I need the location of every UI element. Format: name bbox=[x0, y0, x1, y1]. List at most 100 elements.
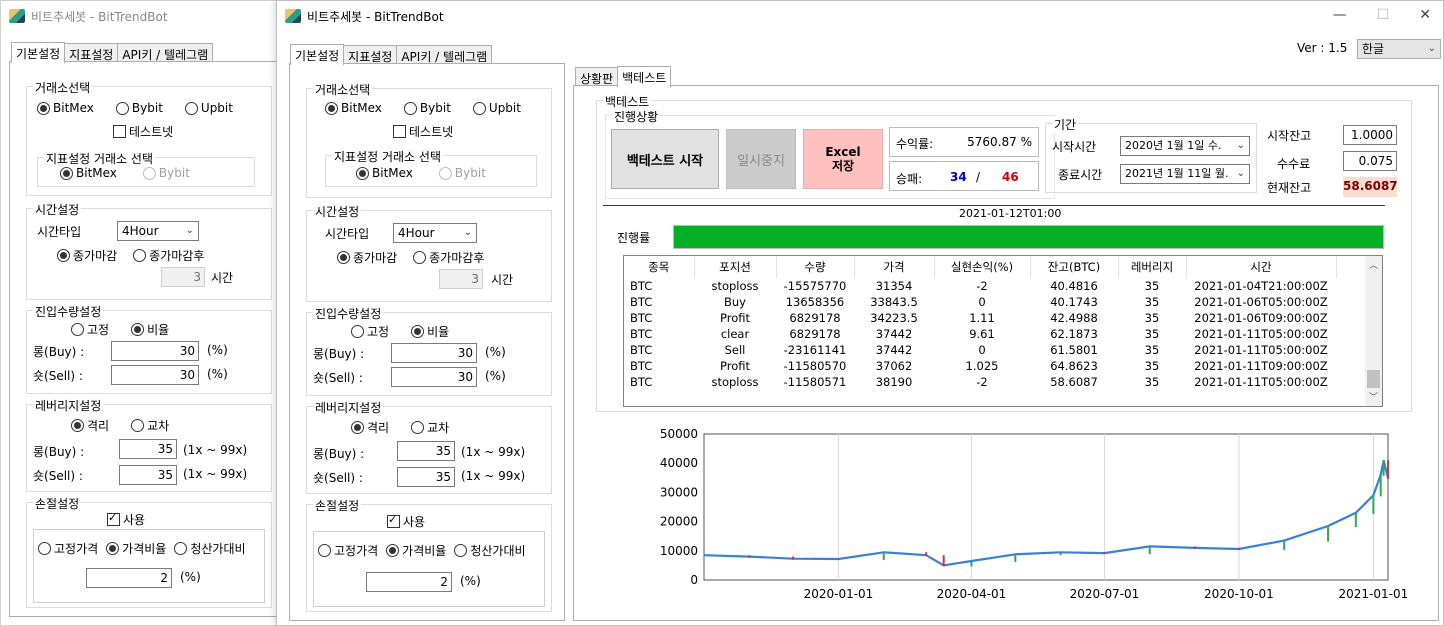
bg-radio-ratio[interactable]: 비율 bbox=[131, 321, 169, 338]
bg-tab-indicator[interactable]: 지표설정 bbox=[64, 43, 119, 62]
bg-tab-basic[interactable]: 기본설정 bbox=[11, 42, 66, 63]
bg-testnet-checkbox[interactable]: 테스트넷 bbox=[113, 123, 173, 140]
excel-save-button[interactable]: Excel 저장 bbox=[803, 129, 883, 189]
table-row[interactable]: BTC Profit -11580570 37062 1.025 64.8623 35 202… bbox=[624, 358, 1366, 374]
tab-backtest[interactable]: 백테스트 bbox=[617, 66, 672, 87]
bg-radio-isolated[interactable]: 격리 bbox=[71, 417, 109, 434]
radio-ratio[interactable]: 비율 bbox=[411, 323, 449, 340]
table-cell: stoploss bbox=[711, 279, 759, 293]
bg-stoploss-input[interactable]: 2 bbox=[86, 568, 172, 588]
bg-radio-after-close[interactable]: 종가마감후 bbox=[133, 247, 204, 264]
column-header[interactable]: 포지션 bbox=[694, 256, 777, 278]
end-date-picker[interactable]: 2021년 1월 11일 월. ⌄ bbox=[1120, 164, 1250, 184]
chevron-down-icon: ⌄ bbox=[463, 227, 472, 238]
init-balance-label: 시작잔고 bbox=[1267, 129, 1312, 143]
table-cell: Buy bbox=[724, 295, 746, 309]
bg-radio-price-ratio[interactable]: 가격비율 bbox=[106, 540, 166, 557]
bg-radio-fixed[interactable]: 고정 bbox=[71, 321, 109, 338]
fee-input[interactable]: 0.075 bbox=[1343, 151, 1397, 171]
scroll-thumb[interactable] bbox=[1367, 370, 1380, 388]
stoploss-input[interactable]: 2 bbox=[366, 572, 452, 592]
settings-panel: 거래소선택 BitMex Bybit Upbit 테스트넷 지표설정 거래소 선… bbox=[289, 63, 565, 621]
bg-time-type-select[interactable]: 4Hour ⌄ bbox=[117, 221, 199, 241]
table-scrollbar[interactable]: ︿ ﹀ bbox=[1365, 256, 1382, 406]
scroll-down-icon[interactable]: ﹀ bbox=[1369, 390, 1378, 403]
table-row[interactable]: BTC clear 6829178 37442 9.61 62.1873 35 2021-01… bbox=[624, 326, 1366, 342]
table-cell: 35 bbox=[1144, 359, 1160, 373]
bg-long-leverage-input[interactable]: 35 bbox=[119, 439, 177, 459]
column-header[interactable]: 가격 bbox=[854, 256, 935, 278]
bg-radio-bitmex[interactable]: BitMex bbox=[37, 101, 94, 115]
bg-radio-cross[interactable]: 교차 bbox=[131, 417, 169, 434]
radio-close[interactable]: 종가마감 bbox=[337, 249, 397, 266]
radio-after-close[interactable]: 종가마감후 bbox=[413, 249, 484, 266]
radio-cross[interactable]: 교차 bbox=[411, 419, 449, 436]
table-cell: Profit bbox=[720, 359, 750, 373]
radio-upbit[interactable]: Upbit bbox=[472, 101, 521, 115]
short-entry-input[interactable]: 30 bbox=[391, 367, 477, 387]
start-time-label: 시작시간 bbox=[1052, 140, 1097, 154]
minimize-icon[interactable]: — bbox=[1333, 7, 1347, 23]
bg-radio-fixed-price[interactable]: 고정가격 bbox=[38, 540, 98, 557]
radio-fixed[interactable]: 고정 bbox=[351, 323, 389, 340]
hours-input[interactable]: 3 bbox=[439, 269, 483, 289]
table-row[interactable]: BTC Buy 13658356 33843.5 0 40.1743 35 2021-01-0… bbox=[624, 294, 1366, 310]
scroll-up-icon[interactable]: ︿ bbox=[1369, 258, 1378, 271]
radio-price-ratio[interactable]: 가격비율 bbox=[386, 542, 446, 559]
bg-short-entry-input[interactable]: 30 bbox=[111, 365, 199, 385]
bg-radio-ind-bitmex[interactable]: BitMex bbox=[60, 166, 117, 180]
table-cell: -2 bbox=[976, 279, 988, 293]
tab-dashboard[interactable]: 상황판 bbox=[575, 67, 619, 86]
column-header[interactable]: 시간 bbox=[1186, 256, 1337, 278]
start-date-picker[interactable]: 2020년 1월 1일 수. ⌄ bbox=[1120, 136, 1250, 156]
bg-radio-close[interactable]: 종가마감 bbox=[57, 247, 117, 264]
bg-tab-api[interactable]: API키 / 텔레그램 bbox=[117, 43, 214, 62]
bg-hours-input[interactable]: 3 bbox=[161, 267, 205, 287]
background-titlebar[interactable]: 비트추세봇 - BitTrendBot bbox=[1, 1, 276, 31]
bg-long-entry-input[interactable]: 30 bbox=[111, 341, 199, 361]
column-header[interactable]: 레버리지 bbox=[1118, 256, 1187, 278]
table-row[interactable]: BTC stoploss -15575770 31354 -2 40.4816 35 2021… bbox=[624, 278, 1366, 294]
bg-radio-upbit[interactable]: Upbit bbox=[184, 101, 233, 115]
bg-settings-panel: 거래소선택 BitMex Bybit Upbit 테스트넷 지표설정 거래소 선… bbox=[9, 61, 277, 617]
time-type-select[interactable]: 4Hour ⌄ bbox=[393, 223, 477, 243]
tab-basic-settings[interactable]: 기본설정 bbox=[290, 44, 345, 65]
long-leverage-input[interactable]: 35 bbox=[397, 441, 455, 461]
column-header[interactable]: 실현손익(%) bbox=[934, 256, 1031, 278]
table-cell: 35 bbox=[1144, 343, 1160, 357]
column-header[interactable]: 수량 bbox=[776, 256, 855, 278]
bg-radio-bybit[interactable]: Bybit bbox=[115, 101, 163, 115]
table-row[interactable]: BTC Profit 6829178 34223.5 1.11 42.4988 35 2021… bbox=[624, 310, 1366, 326]
bg-radio-liq-ratio[interactable]: 청산가대비 bbox=[174, 540, 246, 557]
short-leverage-input[interactable]: 35 bbox=[397, 467, 455, 487]
testnet-checkbox[interactable]: 테스트넷 bbox=[393, 123, 453, 140]
bg-stoploss-use-checkbox[interactable]: 사용 bbox=[107, 511, 145, 528]
trades-table[interactable]: 종목 포지션 수량 가격 실현손익(%) 잔고(BTC) 레버리지 시간 BTC stoplos… bbox=[623, 255, 1383, 407]
maximize-icon[interactable]: ☐ bbox=[1377, 7, 1390, 23]
column-header[interactable]: 종목 bbox=[624, 256, 695, 278]
start-backtest-button[interactable]: 백테스트 시작 bbox=[611, 129, 719, 189]
close-icon[interactable]: ✕ bbox=[1419, 7, 1431, 23]
bg-short-leverage-input[interactable]: 35 bbox=[119, 465, 177, 485]
language-select[interactable]: 한글 ⌄ bbox=[1357, 39, 1441, 59]
x-tick-label: 2020-07-01 bbox=[1070, 587, 1140, 601]
init-balance-input[interactable]: 1.0000 bbox=[1343, 125, 1397, 145]
leverage-group: 레버리지설정 격리 교차 롱(Buy) : 35 (1x ~ 99x) 숏(Se… bbox=[306, 399, 552, 494]
radio-bybit[interactable]: Bybit bbox=[403, 101, 451, 115]
long-entry-input[interactable]: 30 bbox=[391, 343, 477, 363]
radio-liq-ratio[interactable]: 청산가대비 bbox=[454, 542, 526, 559]
table-row[interactable]: BTC stoploss -11580571 38190 -2 58.6087 35 2021… bbox=[624, 374, 1366, 390]
column-header[interactable]: 잔고(BTC) bbox=[1030, 256, 1119, 278]
radio-bitmex[interactable]: BitMex bbox=[325, 101, 382, 115]
table-row[interactable]: BTC Sell -23161141 37442 0 61.5801 35 2021-01-1… bbox=[624, 342, 1366, 358]
main-titlebar[interactable]: 비트추세봇 - BitTrendBot bbox=[277, 1, 1443, 31]
tab-api-telegram[interactable]: API키 / 텔레그램 bbox=[396, 45, 493, 64]
pause-button[interactable]: 일시중지 bbox=[726, 129, 796, 189]
divider-line bbox=[603, 205, 1385, 206]
tab-indicator-settings[interactable]: 지표설정 bbox=[343, 45, 398, 64]
bg-stoploss-group: 손절설정 사용 고정가격 가격비율 청산가대비 2 (%) bbox=[26, 495, 272, 608]
stoploss-use-checkbox[interactable]: 사용 bbox=[387, 513, 425, 530]
radio-ind-bitmex[interactable]: BitMex bbox=[356, 166, 413, 180]
radio-isolated[interactable]: 격리 bbox=[351, 419, 389, 436]
radio-fixed-price[interactable]: 고정가격 bbox=[318, 542, 378, 559]
